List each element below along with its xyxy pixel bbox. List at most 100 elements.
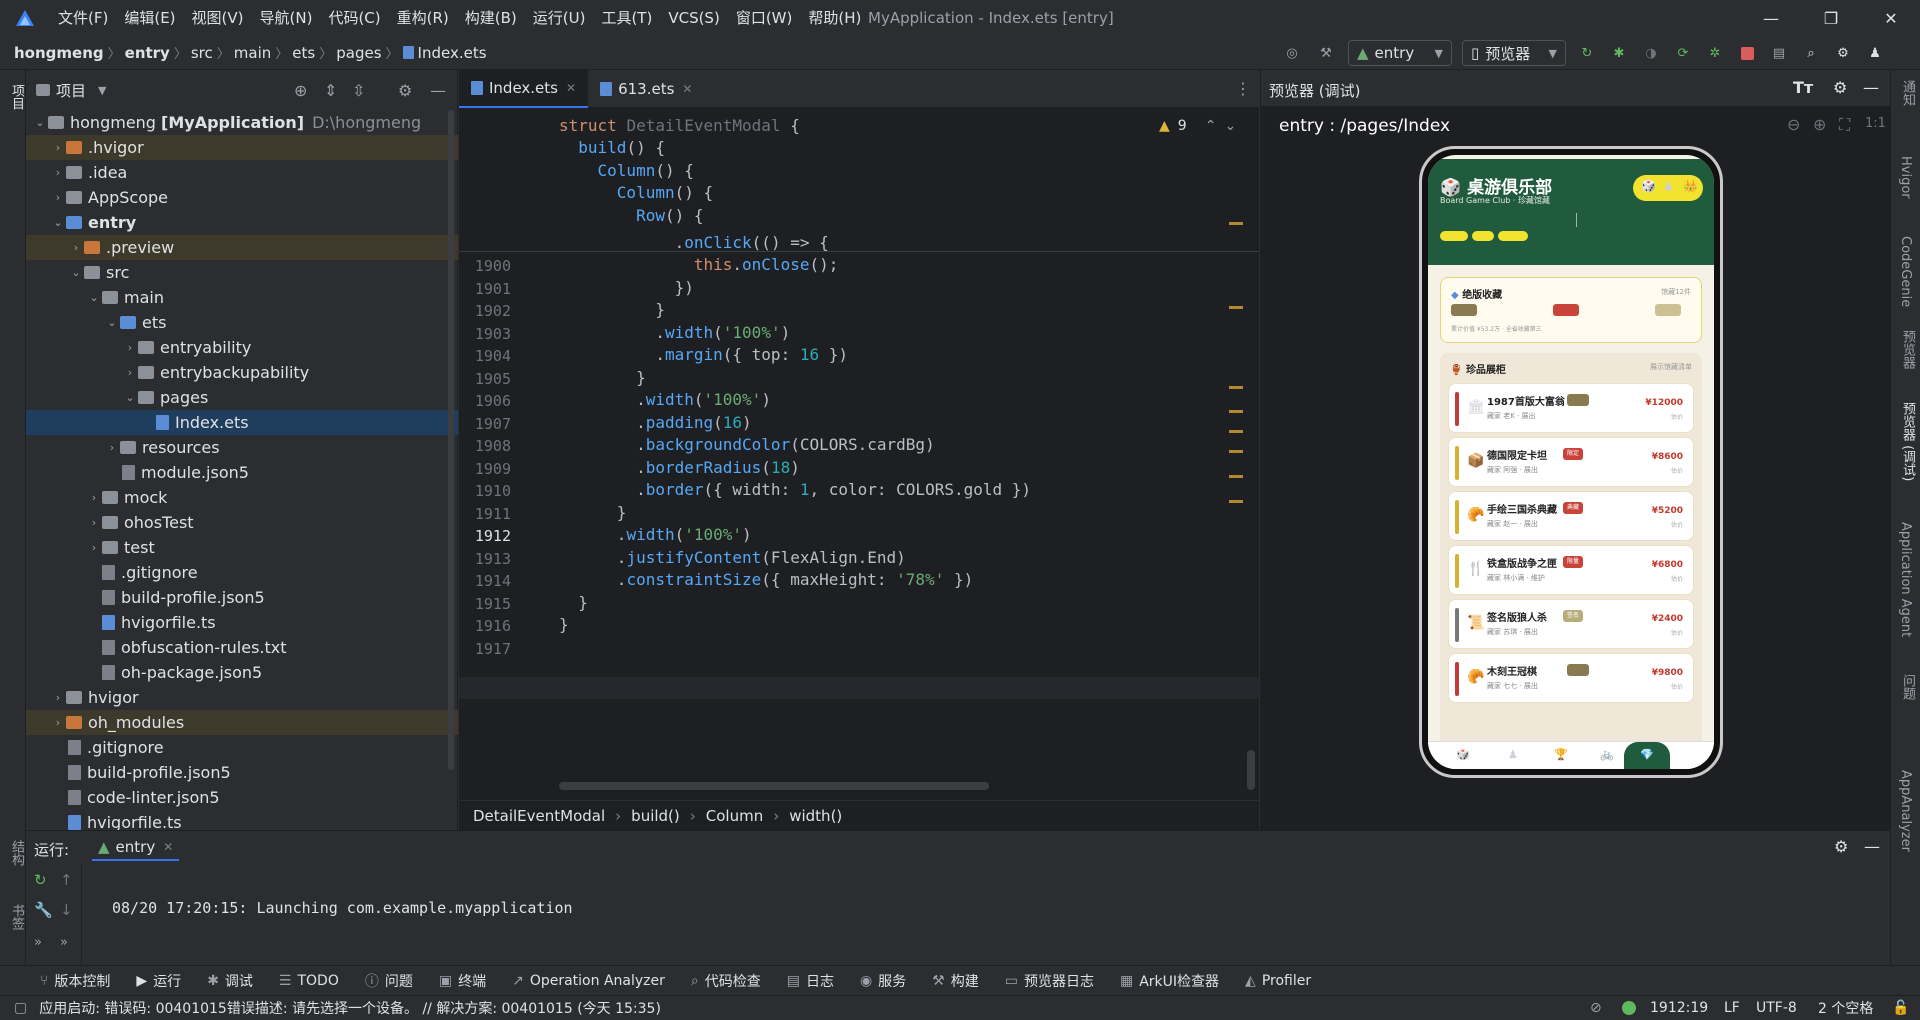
font-size-icon[interactable]: Tт bbox=[1793, 78, 1813, 97]
tool-profiler[interactable]: ◭ Profiler bbox=[1245, 973, 1311, 989]
code-line[interactable]: Row() { bbox=[559, 206, 703, 225]
tree-item-oh-package[interactable]: oh-package.json5 bbox=[26, 660, 458, 685]
showcase-item[interactable]: 🥐 手绘三国杀典藏 藏家 赵一 · 展出 ¥5200 估价 典藏 bbox=[1448, 491, 1694, 541]
locate-icon[interactable]: ⊕ bbox=[294, 81, 307, 100]
project-panel-title[interactable]: 项目 bbox=[56, 80, 86, 101]
lock-icon[interactable]: 🔓 bbox=[1892, 1000, 1909, 1016]
tool-bookmarks[interactable]: 书签 bbox=[7, 904, 26, 930]
tool-operation-analyzer[interactable]: ↗ Operation Analyzer bbox=[512, 973, 665, 989]
tool-previewer[interactable]: 预览器 bbox=[1898, 330, 1917, 369]
more-icon[interactable]: » bbox=[34, 935, 42, 950]
crumb-file[interactable]: Index.ets bbox=[418, 44, 487, 62]
tree-item-pages[interactable]: ⌄ pages bbox=[26, 385, 458, 410]
tool-hvigor[interactable]: Hvigor bbox=[1898, 156, 1913, 199]
more-icon[interactable]: » bbox=[60, 935, 68, 950]
device-manager-icon[interactable]: ▤ bbox=[1768, 40, 1790, 66]
prev-issue-icon[interactable]: ⌃ bbox=[1205, 118, 1217, 134]
showcase-item[interactable]: 📦 德国限定卡坦 藏家 阿强 · 展出 ¥8600 估价 限定 bbox=[1448, 437, 1694, 487]
hide-previewer-icon[interactable]: — bbox=[1863, 78, 1879, 97]
code-line[interactable]: } bbox=[559, 300, 665, 319]
run-settings-icon[interactable]: ⚙ bbox=[1834, 837, 1848, 856]
crumb-entry[interactable]: entry bbox=[125, 44, 170, 62]
wrench-icon[interactable]: 🔧 bbox=[34, 901, 53, 919]
tab-trophy-icon[interactable]: 🏆 bbox=[1554, 748, 1568, 761]
zoom-in-icon[interactable]: ⊕ bbox=[1813, 115, 1826, 134]
code-line[interactable]: .padding(16) bbox=[559, 413, 752, 432]
scroll-up-icon[interactable]: ↑ bbox=[60, 871, 73, 889]
crumb-src[interactable]: src bbox=[191, 44, 213, 62]
project-scrollbar[interactable] bbox=[448, 110, 454, 770]
menu-edit[interactable]: 编辑(E) bbox=[116, 0, 183, 36]
minimize-button[interactable]: — bbox=[1748, 0, 1794, 36]
target-icon[interactable]: ◎ bbox=[1280, 40, 1304, 66]
collapse-all-icon[interactable]: ⇳ bbox=[352, 81, 365, 100]
profile-icon[interactable]: ✲ bbox=[1704, 40, 1726, 66]
tree-item-module-json5[interactable]: module.json5 bbox=[26, 460, 458, 485]
tool-problems[interactable]: 问题 bbox=[1898, 674, 1917, 700]
crumb-build[interactable]: build() bbox=[631, 807, 680, 825]
horizontal-scrollbar[interactable] bbox=[559, 782, 989, 790]
tab-pawn-icon[interactable]: ♟ bbox=[1508, 748, 1518, 761]
warning-marker[interactable] bbox=[1229, 475, 1243, 478]
showcase-item[interactable]: 🥐 木刻王冠棋 藏家 七七 · 展出 ¥9800 估价 bbox=[1448, 653, 1694, 703]
chevron-down-icon[interactable]: ▼ bbox=[98, 84, 106, 97]
tool-codegenie[interactable]: CodeGenie bbox=[1898, 236, 1913, 307]
warning-marker[interactable] bbox=[1229, 222, 1243, 225]
caret-position[interactable]: 1912:19 bbox=[1650, 1000, 1708, 1016]
hide-panel-icon[interactable]: — bbox=[430, 81, 446, 100]
tool-inspection[interactable]: ⌕ 代码检查 bbox=[691, 971, 761, 991]
showcase-item[interactable]: 📜 签名版狼人杀 藏家 苏琪 · 展出 ¥2400 估价 签名 bbox=[1448, 599, 1694, 649]
tree-item-root[interactable]: ⌄ hongmeng [MyApplication] D:\hongmeng bbox=[26, 110, 458, 135]
inspection-widget[interactable]: ▲ 9 ⌃ ⌄ bbox=[1159, 118, 1236, 134]
code-line[interactable]: } bbox=[559, 368, 646, 387]
tree-item-index-ets[interactable]: Index.ets bbox=[26, 410, 458, 435]
menu-vcs[interactable]: VCS(S) bbox=[660, 0, 727, 36]
debug-icon[interactable]: ✱ bbox=[1608, 40, 1630, 66]
tree-item-src[interactable]: ⌄ src bbox=[26, 260, 458, 285]
code-line[interactable]: .width('100%') bbox=[559, 525, 752, 544]
close-button[interactable]: ✕ bbox=[1868, 0, 1914, 36]
status-ok-icon[interactable] bbox=[1622, 1001, 1636, 1015]
warning-marker[interactable] bbox=[1229, 450, 1243, 453]
more-tabs-icon[interactable]: ⋮ bbox=[1235, 79, 1251, 98]
tool-log[interactable]: ▤ 日志 bbox=[787, 971, 834, 991]
code-line[interactable]: Column() { bbox=[559, 183, 713, 202]
menu-view[interactable]: 视图(V) bbox=[184, 0, 252, 36]
status-message[interactable]: 应用启动: 错误码: 00401015错误描述: 请先选择一个设备。 // 解决… bbox=[39, 998, 661, 1018]
tree-item-idea[interactable]: › .idea bbox=[26, 160, 458, 185]
tree-item-build-profile[interactable]: build-profile.json5 bbox=[26, 585, 458, 610]
warning-marker[interactable] bbox=[1229, 500, 1243, 503]
tool-terminal[interactable]: ▣ 终端 bbox=[439, 971, 486, 991]
header-action-pill[interactable]: 🎲 ♟ 👑 bbox=[1633, 175, 1703, 201]
tab-dice-icon[interactable]: 🎲 bbox=[1456, 748, 1470, 761]
search-icon[interactable]: ⌕ bbox=[1800, 40, 1822, 66]
menu-navigate[interactable]: 导航(N) bbox=[252, 0, 321, 36]
tree-item-code-linter[interactable]: code-linter.json5 bbox=[26, 785, 458, 810]
menu-window[interactable]: 窗口(W) bbox=[728, 0, 801, 36]
tab-active-gem[interactable]: 💎 bbox=[1624, 742, 1670, 769]
tree-item-test[interactable]: › test bbox=[26, 535, 458, 560]
options-gear-icon[interactable]: ⚙ bbox=[398, 81, 412, 100]
tree-item-ohostest[interactable]: › ohosTest bbox=[26, 510, 458, 535]
code-line[interactable]: } bbox=[559, 615, 569, 634]
tool-build[interactable]: ⚒ 构建 bbox=[932, 971, 979, 991]
code-line[interactable]: .borderRadius(18) bbox=[559, 458, 800, 477]
code-line[interactable]: .border({ width: 1, color: COLORS.gold }… bbox=[559, 480, 1031, 499]
hammer-icon[interactable]: ⚒ bbox=[1314, 40, 1338, 66]
tree-item-hvigor-dir[interactable]: › .hvigor bbox=[26, 135, 458, 160]
tree-item-entrybackupability[interactable]: › entrybackupability bbox=[26, 360, 458, 385]
menu-run[interactable]: 运行(U) bbox=[525, 0, 594, 36]
settings-gear-icon[interactable]: ⚙ bbox=[1832, 40, 1854, 66]
code-line[interactable]: .width('100%') bbox=[559, 323, 790, 342]
line-separator[interactable]: LF bbox=[1724, 1000, 1740, 1016]
menu-tools[interactable]: 工具(T) bbox=[593, 0, 660, 36]
crumb-pages[interactable]: pages bbox=[336, 44, 381, 62]
filter-chip[interactable] bbox=[1498, 231, 1528, 241]
tab-index-ets[interactable]: Index.ets ✕ bbox=[459, 69, 589, 108]
menu-refactor[interactable]: 重构(R) bbox=[389, 0, 457, 36]
code-line[interactable]: Column() { bbox=[559, 161, 694, 180]
warning-marker[interactable] bbox=[1229, 306, 1243, 309]
tab-people-icon[interactable]: 🚲 bbox=[1600, 748, 1614, 761]
code-line[interactable]: build() { bbox=[559, 138, 665, 157]
stop-icon[interactable] bbox=[1736, 40, 1758, 66]
